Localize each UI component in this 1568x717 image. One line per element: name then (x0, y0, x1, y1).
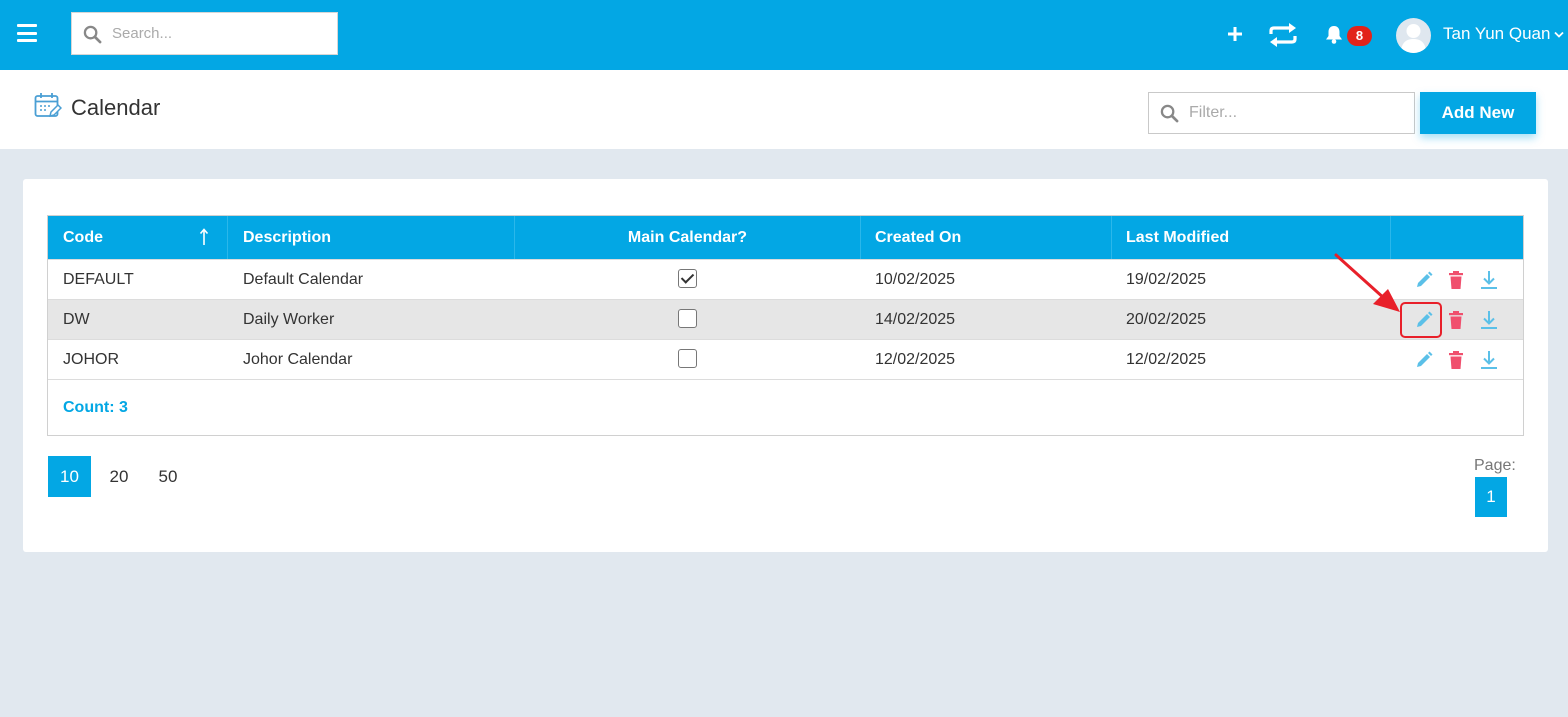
delete-icon[interactable] (1446, 350, 1466, 370)
download-icon[interactable] (1479, 310, 1499, 330)
page-title: Calendar (71, 95, 161, 120)
main-calendar-checkbox[interactable] (678, 309, 697, 328)
page-header: Calendar Add New (0, 70, 1568, 149)
avatar[interactable] (1396, 18, 1431, 53)
table-header: Code Description Main Calendar? Created … (48, 216, 1523, 259)
sort-ascending-icon (199, 228, 209, 245)
top-navbar: 8 Tan Yun Quan (0, 0, 1568, 70)
user-name: Tan Yun Quan (1443, 24, 1551, 43)
column-header-main-calendar[interactable]: Main Calendar? (515, 216, 861, 259)
user-silhouette-icon (1401, 24, 1426, 53)
filter-box[interactable] (1148, 92, 1415, 134)
notification-badge: 8 (1347, 26, 1372, 46)
cell-last-modified: 19/02/2025 (1126, 271, 1207, 288)
cell-created-on: 12/02/2025 (875, 351, 956, 368)
table-footer: Count: 3 (48, 379, 1523, 435)
cell-code: DW (63, 311, 90, 328)
edit-icon[interactable] (1414, 350, 1434, 370)
filter-input[interactable] (1189, 93, 1409, 133)
user-menu[interactable]: Tan Yun Quan (1443, 24, 1565, 44)
table-row[interactable]: DEFAULT Default Calendar 10/02/2025 19/0… (48, 259, 1523, 299)
annotation-arrow (1334, 253, 1400, 312)
main-calendar-checkbox[interactable] (678, 269, 697, 288)
record-count: Count: 3 (63, 399, 128, 416)
table-row[interactable]: DW Daily Worker 14/02/2025 20/02/2025 (48, 299, 1523, 339)
page-size-10[interactable]: 10 (48, 456, 91, 497)
calendar-edit-icon (34, 93, 62, 118)
page-size-20[interactable]: 20 (98, 456, 140, 497)
sync-icon[interactable] (1268, 23, 1298, 47)
calendar-table: Code Description Main Calendar? Created … (47, 215, 1524, 436)
cell-description: Johor Calendar (243, 351, 353, 368)
cell-code: DEFAULT (63, 271, 134, 288)
main-calendar-checkbox[interactable] (678, 349, 697, 368)
search-input[interactable] (112, 13, 332, 54)
cell-description: Default Calendar (243, 271, 364, 288)
cell-description: Daily Worker (243, 311, 335, 328)
add-new-button[interactable]: Add New (1420, 92, 1536, 134)
cell-created-on: 14/02/2025 (875, 311, 956, 328)
page-size-50[interactable]: 50 (147, 456, 189, 497)
chevron-down-icon (1554, 31, 1565, 38)
delete-icon[interactable] (1446, 310, 1466, 330)
cell-last-modified: 12/02/2025 (1126, 351, 1207, 368)
cell-code: JOHOR (63, 351, 119, 368)
column-header-actions (1391, 216, 1523, 259)
search-icon (83, 25, 102, 44)
bell-icon[interactable] (1325, 25, 1343, 44)
page-label: Page: (1474, 457, 1516, 474)
download-icon[interactable] (1479, 270, 1499, 290)
cell-last-modified: 20/02/2025 (1126, 311, 1207, 328)
annotation-highlight-box (1400, 302, 1442, 338)
page-button-1[interactable]: 1 (1475, 477, 1507, 517)
content-card: Code Description Main Calendar? Created … (23, 179, 1548, 552)
column-header-code[interactable]: Code (48, 216, 228, 259)
delete-icon[interactable] (1446, 270, 1466, 290)
column-header-description[interactable]: Description (228, 216, 515, 259)
cell-created-on: 10/02/2025 (875, 271, 956, 288)
search-icon (1160, 104, 1179, 123)
plus-icon[interactable] (1228, 27, 1242, 41)
search-box[interactable] (71, 12, 338, 55)
edit-icon[interactable] (1414, 270, 1434, 290)
download-icon[interactable] (1479, 350, 1499, 370)
table-row[interactable]: JOHOR Johor Calendar 12/02/2025 12/02/20… (48, 339, 1523, 379)
menu-icon[interactable] (17, 24, 37, 42)
column-header-created-on[interactable]: Created On (861, 216, 1112, 259)
